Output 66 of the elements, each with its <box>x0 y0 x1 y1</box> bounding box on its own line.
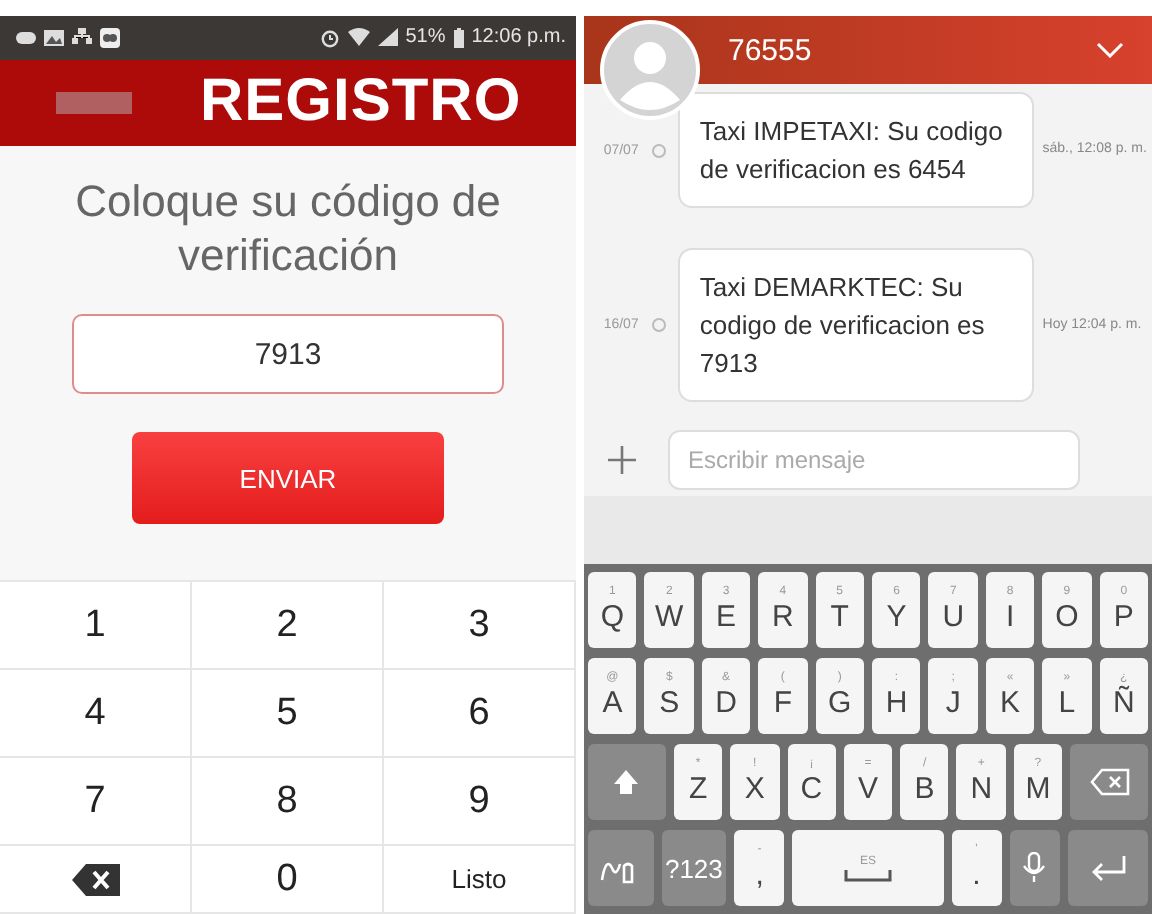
key-label: T <box>830 599 849 635</box>
code-input-field[interactable]: 7913 <box>72 314 504 394</box>
key-label: X <box>744 771 765 807</box>
key-label: Ñ <box>1112 685 1135 721</box>
clock: 12:06 p.m. <box>471 26 566 49</box>
keypad-key[interactable]: 3 <box>384 582 576 670</box>
message-bubble: Taxi DEMARKTEC: Su codigo de verificacion es 7913 <box>677 248 1035 402</box>
alarm-icon <box>319 27 340 48</box>
signal-icon <box>377 28 398 47</box>
key-label: C <box>800 771 823 807</box>
key-label: K <box>1000 685 1021 721</box>
key-label: N <box>970 771 993 807</box>
message-input-field[interactable]: Escribir mensaje <box>668 430 1080 491</box>
keypad-key[interactable]: 5 <box>192 670 384 758</box>
key-label: Z <box>688 771 708 807</box>
keypad-key[interactable]: 6 <box>384 670 576 758</box>
key-label: S <box>659 685 680 721</box>
key-label: D <box>715 685 737 721</box>
network-icon <box>72 28 92 47</box>
key-label: B <box>914 771 935 807</box>
notification-icon <box>16 29 36 46</box>
keypad-key[interactable]: 4 <box>0 670 192 758</box>
wifi-icon <box>347 28 370 47</box>
key-label: , <box>755 857 764 893</box>
key-label: P <box>1113 599 1134 635</box>
key-label: A <box>602 685 623 721</box>
key-label: E <box>716 599 737 635</box>
battery-percentage: 51% <box>405 26 446 49</box>
chevron-down-icon[interactable] <box>1096 42 1124 58</box>
backspace-icon[interactable] <box>69 861 121 897</box>
keypad-key[interactable]: 9 <box>384 758 576 846</box>
space-bar-icon <box>843 869 892 881</box>
message-bubble: Taxi IMPETAXI: Su codigo de verificacion es 6454 <box>677 92 1035 208</box>
key-label: Y <box>886 599 907 635</box>
logo-placeholder <box>56 91 132 114</box>
key-label: I <box>1005 599 1015 635</box>
keypad-key[interactable]: 1 <box>0 582 192 670</box>
send-button[interactable]: ENVIAR <box>132 432 444 524</box>
key-label: Q <box>600 599 625 635</box>
key-label: F <box>773 685 792 721</box>
key-label: G <box>827 685 852 721</box>
done-key[interactable]: Listo <box>384 846 576 914</box>
key-label: U <box>942 599 965 635</box>
key-label: V <box>857 771 878 807</box>
key-label: W <box>655 599 684 635</box>
header-title: REGISTRO <box>200 68 522 137</box>
app-icon <box>100 27 120 48</box>
image-icon <box>44 29 64 46</box>
keypad-key[interactable]: 0 <box>192 846 384 914</box>
keypad-key[interactable]: 7 <box>0 758 192 846</box>
microphone-icon[interactable] <box>1022 852 1047 884</box>
instruction-text: Coloque su código de verificación <box>73 174 503 282</box>
key-label: M <box>1025 771 1051 807</box>
battery-icon <box>453 27 464 48</box>
key-label: J <box>945 685 961 721</box>
key-label: H <box>885 685 908 721</box>
key-label: . <box>972 857 981 893</box>
contact-name: 76555 <box>728 33 812 67</box>
key-label: O <box>1055 599 1079 635</box>
enter-icon[interactable] <box>1087 854 1128 882</box>
keypad-key[interactable]: 8 <box>192 758 384 846</box>
plus-icon[interactable] <box>608 446 636 475</box>
key-label: L <box>1058 685 1076 721</box>
keypad-key[interactable]: 2 <box>192 582 384 670</box>
shift-icon[interactable] <box>612 768 641 796</box>
key-label: R <box>772 599 794 635</box>
